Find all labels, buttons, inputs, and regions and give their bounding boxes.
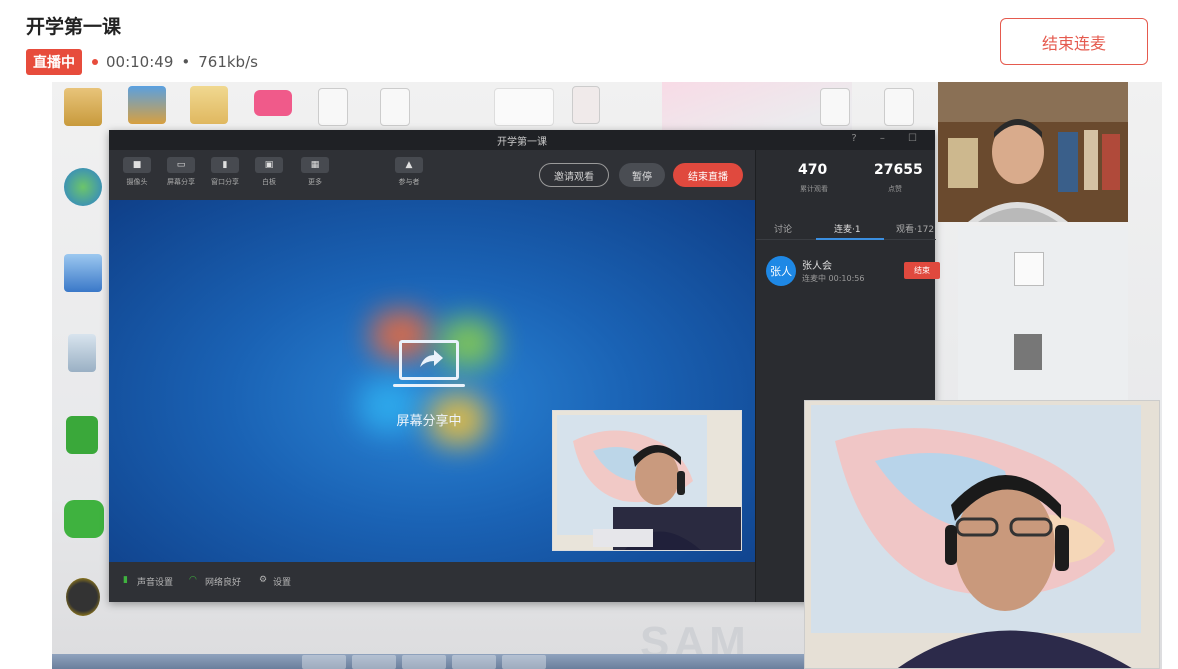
live-badge: 直播中 [26, 49, 82, 75]
end-mic-button[interactable]: 结束连麦 [1000, 18, 1148, 65]
tool-whiteboard[interactable]: ▣ 白板 [247, 157, 291, 187]
participants-icon: ▲ [395, 157, 423, 173]
audio-settings[interactable]: 声音设置 [137, 575, 173, 588]
tool-label: 更多 [308, 178, 322, 186]
side-tabs: 讨论 连麦·1 观看·172 [756, 214, 936, 240]
active-tab-indicator [816, 238, 884, 240]
qr-image-icon[interactable] [572, 86, 600, 124]
screen-share-icon [399, 340, 459, 380]
tool-label: 白板 [262, 178, 276, 186]
stat-views-value: 470 [798, 162, 828, 178]
whiteboard-icon: ▣ [255, 157, 283, 173]
stat-likes-label: 点赞 [888, 185, 902, 193]
user-folder-icon[interactable] [64, 88, 102, 126]
tool-label: 参与者 [398, 178, 420, 186]
computer-icon[interactable] [64, 254, 102, 292]
network-status: 网络良好 [205, 578, 242, 588]
tool-window-share[interactable]: ▮ 窗口分享 [203, 157, 247, 187]
window-title: 开学第一课 [109, 130, 935, 150]
settings-link[interactable]: 设置 [273, 575, 291, 588]
tab-discussion[interactable]: 讨论 [774, 222, 792, 235]
taskbar-item[interactable] [302, 655, 346, 669]
taskbar-item[interactable] [452, 655, 496, 669]
invite-button[interactable]: 邀请观看 [539, 163, 609, 187]
recycle-bin-icon[interactable] [68, 334, 96, 372]
guest-camera [938, 82, 1128, 222]
tool-more[interactable]: ▦ 更多 [293, 157, 337, 187]
tool-label: 摄像头 [126, 178, 148, 186]
live-stream-page: 开学第一课 直播中 00:10:49 • 761kb/s 结束连麦 SAM 开学… [0, 0, 1178, 669]
tab-viewers[interactable]: 观看·172 [896, 222, 934, 235]
end-user-mic-button[interactable]: 结束 [904, 262, 940, 279]
tool-screen-share[interactable]: ▭ 屏幕分享 [159, 157, 203, 187]
app-bottom-bar: ▮ 声音设置 ◠ 网络良好 ⚙ 设置 [109, 562, 755, 602]
screen-share-status: 屏幕分享中 [396, 414, 462, 429]
stat-views-label: 累计观看 [800, 185, 828, 193]
wechat-icon[interactable] [64, 500, 104, 538]
file-icon[interactable] [1014, 334, 1042, 370]
tool-label: 窗口分享 [211, 178, 239, 186]
more-icon: ▦ [301, 157, 329, 173]
folder-icon[interactable] [190, 86, 228, 124]
screen-share-preview: 屏幕分享中 [109, 200, 755, 562]
mic-user-name: 张人会 [802, 261, 832, 272]
bitrate: 761kb/s [198, 53, 258, 71]
security-shield-icon[interactable] [66, 416, 98, 454]
pause-button[interactable]: 暂停 [619, 163, 665, 187]
teacher-camera-preview [552, 410, 742, 551]
avatar: 张人 [766, 256, 796, 286]
meta-separator: • [181, 53, 191, 71]
image-file-icon[interactable] [494, 88, 554, 126]
elapsed-time: 00:10:49 [106, 53, 174, 71]
teacher-camera-main [804, 400, 1160, 669]
spreadsheet-icon[interactable] [884, 88, 914, 126]
word-doc-icon[interactable] [820, 88, 850, 126]
taskbar-item[interactable] [502, 655, 546, 669]
spreadsheet-icon[interactable] [380, 88, 410, 126]
screen-share-base [393, 384, 465, 387]
page-title: 开学第一课 [26, 16, 122, 38]
tool-participants[interactable]: ▲ 参与者 [387, 157, 431, 187]
stat-likes-value: 27655 [874, 162, 923, 178]
video-app-icon[interactable] [254, 90, 292, 116]
live-status-row: 直播中 00:10:49 • 761kb/s [26, 49, 258, 75]
tab-mic[interactable]: 连麦·1 [834, 222, 861, 235]
window-controls[interactable]: ? – ☐ [851, 133, 927, 144]
tool-label: 屏幕分享 [167, 178, 195, 186]
taskbar-item[interactable] [402, 655, 446, 669]
recording-dot-icon [92, 59, 98, 65]
tool-camera[interactable]: ■ 摄像头 [115, 157, 159, 187]
os-taskbar [52, 654, 812, 669]
word-doc-icon[interactable] [1014, 252, 1044, 286]
qq-icon[interactable] [66, 578, 100, 616]
archive-icon[interactable] [128, 86, 166, 124]
screen-share-icon: ▭ [167, 157, 195, 173]
word-doc-icon[interactable] [318, 88, 348, 126]
taskbar-item[interactable] [352, 655, 396, 669]
mic-user-status: 连麦中 00:10:56 [802, 274, 865, 283]
camera-icon: ■ [123, 157, 151, 173]
wifi-icon: ◠ [189, 575, 197, 585]
window-share-icon: ▮ [211, 157, 239, 173]
gear-icon: ⚙ [259, 575, 268, 585]
end-live-button[interactable]: 结束直播 [673, 163, 743, 187]
network-globe-icon[interactable] [64, 168, 102, 206]
desktop-files-strip [958, 226, 1128, 400]
mic-icon: ▮ [123, 575, 128, 585]
